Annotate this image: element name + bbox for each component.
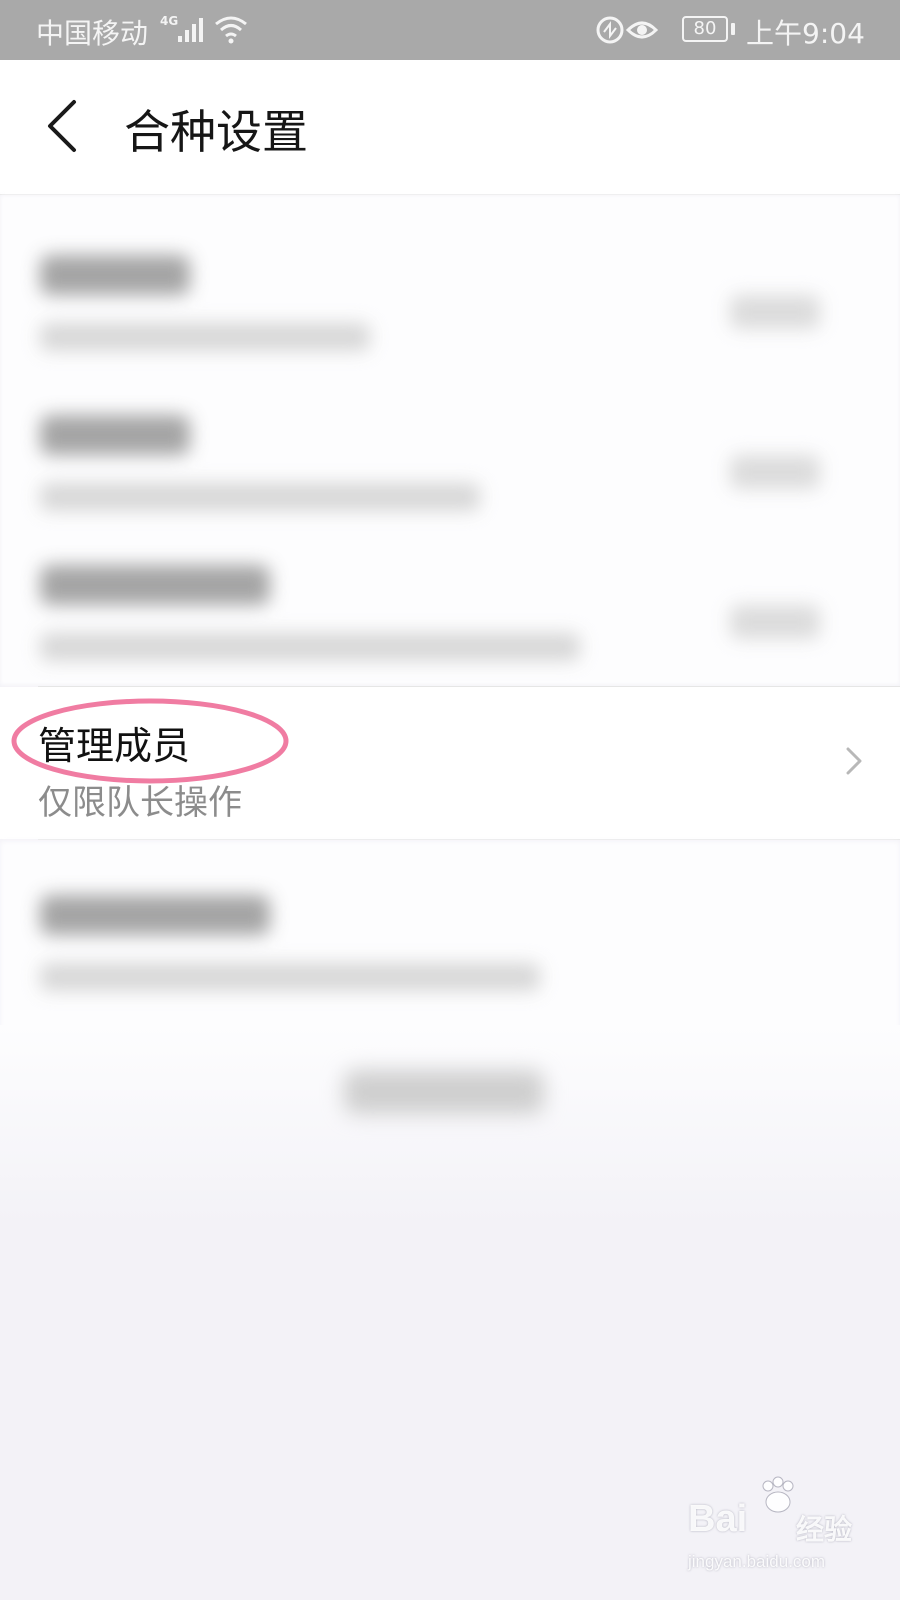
battery-icon: 80 <box>682 16 728 42</box>
app-header: 合种设置 <box>0 60 900 195</box>
carrier-name: 中国移动 <box>36 17 149 50</box>
blurred-fade <box>0 1025 900 1225</box>
signal-icon <box>178 18 203 42</box>
screen: 中国移动 4G 80 上午9:04 合种设置 管理成员 仅限队长操作 Bai 经… <box>0 0 900 1600</box>
watermark-url: jingyan.baidu.com <box>688 1552 826 1571</box>
blurred-setting-row <box>0 845 900 1005</box>
watermark-brand: Bai <box>688 1498 748 1540</box>
divider <box>38 839 900 840</box>
clock: 上午9:04 <box>746 17 865 50</box>
paw-logo-icon <box>762 1476 794 1513</box>
wifi-icon <box>215 16 247 44</box>
manage-members-row[interactable]: 管理成员 仅限队长操作 <box>0 687 900 839</box>
manage-members-subtitle: 仅限队长操作 <box>38 783 242 823</box>
settings-list: 管理成员 仅限队长操作 <box>0 195 900 1600</box>
blurred-setting-row <box>0 205 900 365</box>
page-title: 合种设置 <box>124 105 308 159</box>
blurred-setting-row <box>0 515 900 675</box>
baidu-jingyan-watermark: Bai 经验 jingyan.baidu.com <box>688 1476 868 1580</box>
blurred-button <box>344 1070 544 1114</box>
chevron-right-icon <box>846 747 862 775</box>
watermark-brand-cn: 经验 <box>796 1513 853 1546</box>
status-bar: 中国移动 4G 80 上午9:04 <box>0 0 900 60</box>
blurred-setting-row <box>0 365 900 525</box>
manage-members-label: 管理成员 <box>38 724 191 768</box>
back-arrow-icon[interactable] <box>42 98 82 154</box>
battery-tip <box>731 23 735 35</box>
